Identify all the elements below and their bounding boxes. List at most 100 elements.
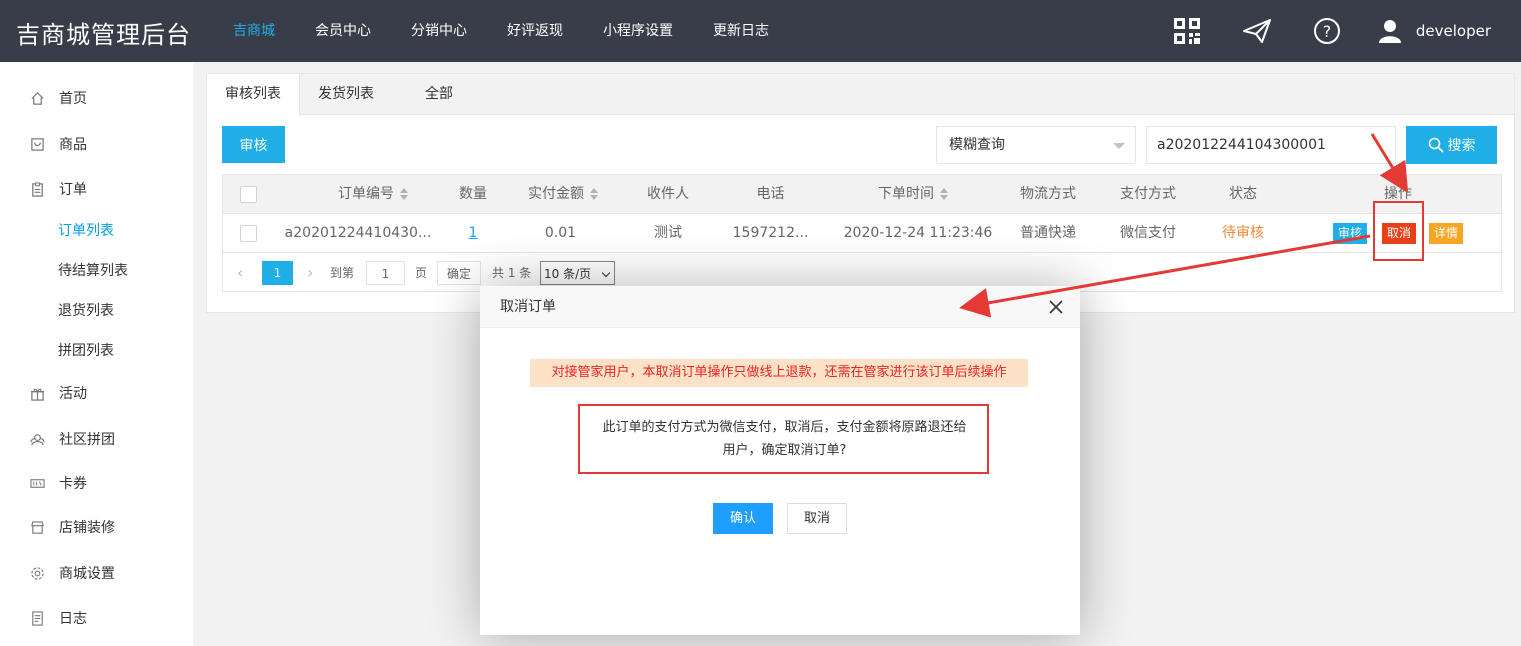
nav-jishangcheng[interactable]: 吉商城: [213, 0, 295, 62]
annotation-highlight-cancel-button: [1373, 201, 1424, 261]
col-label: 实付金额: [528, 186, 584, 202]
dialog-title: 取消订单: [500, 299, 556, 315]
cell-qty: 1: [443, 214, 503, 253]
sidebar-item-label: 活动: [59, 386, 87, 402]
row-audit-button[interactable]: 审核: [1333, 223, 1368, 244]
nav-distribution-center[interactable]: 分销中心: [391, 0, 487, 62]
dialog-header: 取消订单: [480, 286, 1080, 328]
cancel-button[interactable]: 取消: [787, 503, 847, 534]
col-shipping: 物流方式: [1020, 186, 1076, 202]
help-icon[interactable]: ?: [1292, 0, 1362, 62]
status-badge: 待审核: [1222, 225, 1264, 241]
sidebar-item-activity[interactable]: 活动: [0, 373, 193, 413]
home-icon: [29, 90, 45, 106]
next-page-icon[interactable]: ›: [307, 261, 313, 285]
query-mode-select[interactable]: 模糊查询: [936, 126, 1136, 164]
batch-audit-button[interactable]: 审核: [222, 126, 285, 163]
order-panel: 审核列表 发货列表 全部 审核 模糊查询 搜索 订单编号 数量 实付金额 收件人…: [206, 73, 1515, 313]
sidebar-item-label: 订单: [59, 182, 87, 198]
cell-recipient: 测试: [654, 225, 682, 241]
order-table: 订单编号 数量 实付金额 收件人 电话 下单时间 物流方式 支付方式 状态 操作…: [222, 174, 1502, 292]
nav-review-cashback[interactable]: 好评返现: [487, 0, 583, 62]
row-checkbox[interactable]: [240, 225, 257, 242]
sidebar-item-coupons[interactable]: 卡券: [0, 463, 193, 503]
page-size-select[interactable]: 10 条/页: [540, 261, 615, 285]
tab-audit-list[interactable]: 审核列表: [207, 74, 300, 116]
settings-icon: [29, 565, 45, 581]
col-qty: 数量: [459, 186, 487, 202]
table-header: 订单编号 数量 实付金额 收件人 电话 下单时间 物流方式 支付方式 状态 操作: [223, 175, 1501, 214]
tab-shipping-list[interactable]: 发货列表: [300, 74, 392, 115]
nav-update-log[interactable]: 更新日志: [693, 0, 789, 62]
sidebar-item-label: 商品: [59, 137, 87, 153]
select-all-checkbox[interactable]: [240, 186, 257, 203]
sidebar-item-group-buy[interactable]: 拼团列表: [0, 330, 193, 370]
svg-text:?: ?: [1323, 22, 1332, 41]
qrcode-icon[interactable]: [1152, 0, 1222, 62]
cell-order-no: a20201224410430...: [284, 225, 432, 241]
sidebar-item-goods[interactable]: 商品: [0, 124, 193, 164]
top-header: 吉商城管理后台 吉商城 会员中心 分销中心 好评返现 小程序设置 更新日志 ? …: [0, 0, 1521, 62]
search-input[interactable]: [1146, 126, 1396, 164]
sidebar-item-community-group[interactable]: 社区拼团: [0, 419, 193, 459]
order-icon: [29, 181, 45, 197]
goto-confirm-button[interactable]: 确定: [437, 261, 481, 285]
sidebar-item-log[interactable]: 日志: [0, 598, 193, 638]
cell-payment: 微信支付: [1120, 225, 1176, 241]
store-icon: [29, 519, 45, 535]
sidebar-item-order-list[interactable]: 订单列表: [0, 210, 193, 250]
col-amount[interactable]: 实付金额: [508, 175, 618, 214]
total-count: 共 1 条: [492, 266, 532, 280]
prev-page-icon[interactable]: ‹: [237, 261, 243, 285]
dialog-warning: 对接管家用户，本取消订单操作只做线上退款，还需在管家进行该订单后续操作: [530, 359, 1028, 387]
close-icon[interactable]: [1047, 298, 1065, 316]
sidebar-item-label: 待结算列表: [58, 263, 128, 279]
sidebar-item-label: 卡券: [59, 476, 87, 492]
user-menu[interactable]: developer: [1362, 18, 1521, 44]
col-order-time[interactable]: 下单时间: [833, 175, 993, 214]
sidebar-item-order[interactable]: 订单: [0, 169, 193, 209]
page-unit-label: 页: [415, 266, 428, 280]
sidebar-item-home[interactable]: 首页: [0, 78, 193, 118]
row-detail-button[interactable]: 详情: [1429, 223, 1464, 244]
top-nav: 吉商城 会员中心 分销中心 好评返现 小程序设置 更新日志: [213, 0, 789, 62]
col-payment: 支付方式: [1120, 186, 1176, 202]
user-avatar-icon: [1378, 20, 1401, 43]
tab-all[interactable]: 全部: [392, 74, 486, 115]
page-size-value: 10 条/页: [544, 267, 592, 281]
ticket-icon: [29, 475, 45, 491]
sidebar-item-label: 店铺装修: [59, 520, 115, 536]
col-label: 订单编号: [338, 186, 394, 202]
annotation-highlight-dialog-message: [578, 404, 989, 474]
paper-plane-icon[interactable]: [1222, 0, 1292, 62]
sidebar-item-returns[interactable]: 退货列表: [0, 290, 193, 330]
search-icon: [1428, 137, 1444, 153]
tab-bar: 审核列表 发货列表 全部: [207, 74, 1514, 116]
sidebar-item-pending-settlement[interactable]: 待结算列表: [0, 250, 193, 290]
col-order-no[interactable]: 订单编号: [283, 175, 463, 214]
sidebar-item-label: 社区拼团: [59, 432, 115, 448]
qty-link[interactable]: 1: [469, 225, 478, 241]
page-1-button[interactable]: 1: [262, 261, 293, 285]
col-phone: 电话: [756, 186, 785, 202]
sidebar-item-mall-settings[interactable]: 商城设置: [0, 553, 193, 593]
sidebar-item-label: 商城设置: [59, 566, 115, 582]
goto-page-input[interactable]: 1: [366, 261, 405, 285]
cell-shipping: 普通快递: [1020, 225, 1076, 241]
chevron-down-icon: [1113, 143, 1125, 149]
goods-icon: [29, 136, 45, 152]
nav-member-center[interactable]: 会员中心: [295, 0, 391, 62]
cell-phone: 1597212...: [732, 225, 809, 241]
confirm-button[interactable]: 确认: [713, 503, 773, 534]
log-icon: [29, 610, 45, 626]
username: developer: [1415, 22, 1491, 40]
nav-miniprogram-settings[interactable]: 小程序设置: [583, 0, 693, 62]
col-recipient: 收件人: [647, 186, 689, 202]
sort-icon: [940, 188, 948, 200]
search-button-label: 搜索: [1447, 138, 1476, 154]
sidebar-item-label: 退货列表: [58, 303, 114, 319]
sort-icon: [590, 188, 598, 200]
sidebar-item-label: 日志: [59, 611, 87, 627]
sidebar-item-store-decoration[interactable]: 店铺装修: [0, 507, 193, 547]
search-button[interactable]: 搜索: [1406, 126, 1497, 164]
